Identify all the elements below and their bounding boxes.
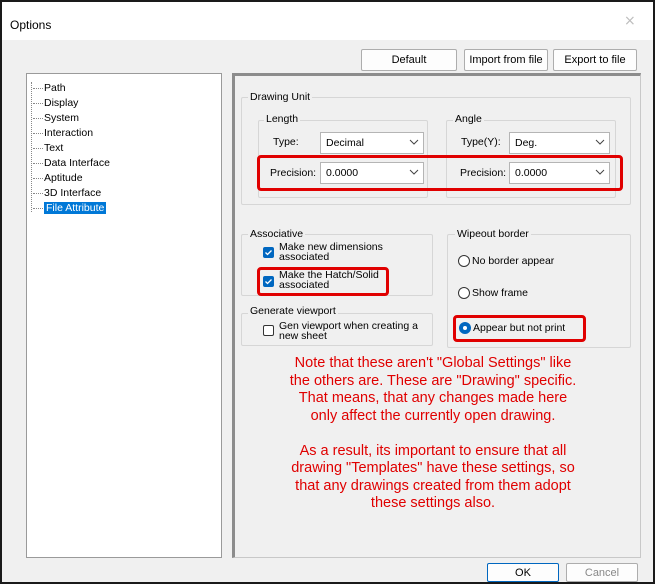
tree-item-text[interactable]: Text — [33, 142, 63, 155]
length-precision-select[interactable]: 0.0000 — [320, 162, 424, 184]
default-button[interactable]: Default — [361, 49, 457, 71]
length-label: Length — [264, 113, 301, 125]
length-type-label: Type: — [273, 136, 299, 148]
chevron-down-icon — [409, 169, 419, 175]
associative-label: Associative — [248, 228, 306, 240]
associate-hatch-text: Make the Hatch/Solid associated — [279, 269, 379, 291]
chevron-down-icon — [595, 139, 605, 145]
length-precision-label: Precision: — [270, 167, 317, 179]
cancel-button[interactable]: Cancel — [566, 563, 638, 582]
tree-item-data-interface[interactable]: Data Interface — [33, 157, 110, 170]
chevron-down-icon — [595, 169, 605, 175]
appear-not-print-label: Appear but not print — [473, 322, 566, 334]
angle-type-label: Type(Y): — [461, 136, 501, 148]
tree-connector-line — [31, 82, 32, 212]
dialog-title: Options — [10, 18, 52, 32]
angle-label: Angle — [453, 113, 484, 125]
associate-dimensions-checkbox[interactable] — [263, 247, 274, 258]
chevron-down-icon — [409, 139, 419, 145]
options-tree: Path Display System Interaction Text Dat… — [26, 73, 222, 558]
angle-type-value: Deg. — [515, 137, 538, 149]
gen-viewport-checkbox[interactable] — [263, 325, 274, 336]
generate-viewport-label: Generate viewport — [248, 305, 338, 317]
associate-hatch-checkbox[interactable] — [263, 276, 274, 287]
no-border-radio[interactable] — [458, 255, 470, 267]
show-frame-label: Show frame — [472, 287, 529, 299]
ok-button[interactable]: OK — [487, 563, 559, 582]
length-type-select[interactable]: Decimal — [320, 132, 424, 154]
length-precision-value: 0.0000 — [326, 167, 359, 179]
title-bar — [2, 2, 653, 40]
angle-precision-select[interactable]: 0.0000 — [509, 162, 610, 184]
length-type-value: Decimal — [326, 137, 364, 149]
gen-viewport-text: Gen viewport when creating a new sheet — [279, 320, 418, 342]
appear-not-print-radio[interactable] — [459, 322, 471, 334]
annotation-note: Note that these aren't "Global Settings"… — [289, 355, 577, 511]
tree-item-system[interactable]: System — [33, 112, 79, 125]
drawing-unit-label: Drawing Unit — [248, 91, 313, 103]
no-border-label: No border appear — [472, 255, 555, 267]
tree-item-3d-interface[interactable]: 3D Interface — [33, 187, 101, 200]
angle-type-select[interactable]: Deg. — [509, 132, 610, 154]
wipeout-border-label: Wipeout border — [455, 228, 531, 240]
tree-item-aptitude[interactable]: Aptitude — [33, 172, 83, 185]
tree-item-file-attribute[interactable]: File Attribute — [33, 202, 107, 215]
tree-item-path[interactable]: Path — [33, 82, 66, 95]
angle-precision-label: Precision: — [460, 167, 507, 179]
close-icon[interactable]: × — [624, 13, 636, 29]
tree-item-interaction[interactable]: Interaction — [33, 127, 93, 140]
checkmark-icon — [265, 250, 272, 256]
export-to-file-button[interactable]: Export to file — [553, 49, 637, 71]
angle-precision-value: 0.0000 — [515, 167, 548, 179]
show-frame-radio[interactable] — [458, 287, 470, 299]
tree-item-display[interactable]: Display — [33, 97, 78, 110]
import-from-file-button[interactable]: Import from file — [464, 49, 548, 71]
associate-dimensions-text: Make new dimensions associated — [279, 241, 383, 263]
checkmark-icon — [265, 279, 272, 285]
